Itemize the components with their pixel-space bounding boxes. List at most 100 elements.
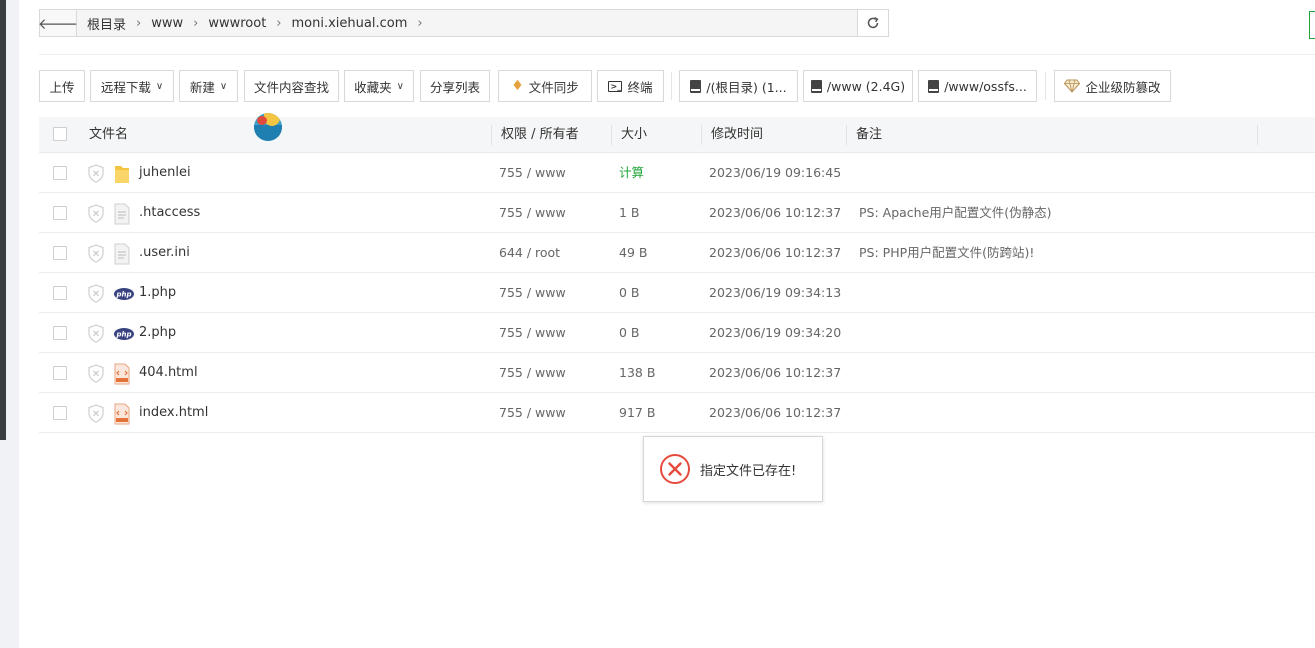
file-size: 1 B [619,205,640,220]
file-size: 0 B [619,285,640,300]
disk-icon [810,79,822,93]
file-name[interactable]: juhenlei [139,153,191,193]
row-checkbox[interactable] [53,246,67,260]
file-permission[interactable]: 755 / www [499,153,566,193]
table-row[interactable]: .user.ini 644 / root 49 B 2023/06/06 10:12:… [39,233,1315,273]
path-bar: 🡐 根目录 › www › wwwroot › moni.xiehual.com… [37,9,889,37]
file-permission[interactable]: 755 / www [499,273,566,313]
table-row[interactable]: 404.html 755 / www 138 B 2023/06/06 10:12:3… [39,353,1315,393]
shield-icon[interactable] [87,284,105,303]
row-checkbox[interactable] [53,326,67,340]
shield-icon[interactable] [87,364,105,383]
chevron-right-icon: › [276,15,282,31]
svg-text:php: php [115,331,131,339]
row-checkbox[interactable] [53,166,67,180]
column-separator [701,125,702,145]
row-checkbox[interactable] [53,406,67,420]
file-size: 49 B [619,245,648,260]
select-all-checkbox[interactable] [53,127,67,141]
toast-message: 指定文件已存在! [700,463,797,479]
row-checkbox[interactable] [53,286,67,300]
breadcrumb: 根目录 › www › wwwroot › moni.xiehual.com › [77,10,857,36]
toolbar-separator [1045,72,1046,100]
header-permission[interactable]: 权限 / 所有者 [501,117,579,152]
column-separator [1257,125,1258,145]
side-tab-edge [1309,11,1315,39]
header-size[interactable]: 大小 [621,117,647,152]
file-modified-time: 2023/06/06 10:12:37 [709,405,842,420]
remote-download-label: 远程下载 [100,79,151,95]
shield-icon[interactable] [87,164,105,183]
file-name[interactable]: .htaccess [139,193,200,233]
file-sync-button[interactable]: ♦ 文件同步 [498,70,592,102]
refresh-button[interactable] [857,10,888,36]
new-button[interactable]: 新建 ∨ [179,70,238,102]
tamper-proof-label: 企业级防篡改 [1085,79,1161,95]
header-note: 备注 [856,127,883,142]
header-name[interactable]: 文件名 [89,117,128,152]
text-file-icon [113,203,131,225]
row-checkbox[interactable] [53,366,67,380]
crumb-wwwroot[interactable]: wwwroot [204,16,270,31]
remote-download-button[interactable]: 远程下载 ∨ [90,70,174,102]
table-row[interactable]: index.html 755 / www 917 B 2023/06/06 10:12… [39,393,1315,433]
shield-icon[interactable] [87,324,105,343]
left-window-edge [0,0,6,440]
file-size: 138 B [619,365,656,380]
tamper-proof-button[interactable]: 企业级防篡改 [1054,70,1171,102]
file-permission[interactable]: 755 / www [499,393,566,433]
back-button[interactable]: 🡐 [37,10,79,36]
content-search-button[interactable]: 文件内容查找 [244,70,339,102]
crumb-root[interactable]: 根目录 [83,14,130,33]
chevron-down-icon: ∨ [155,80,164,92]
terminal-icon: >_ [608,80,623,92]
favorites-button[interactable]: 收藏夹 ∨ [344,70,414,102]
file-name[interactable]: 1.php [139,273,176,313]
row-checkbox[interactable] [53,206,67,220]
file-note[interactable]: PS: Apache用户配置文件(伪静态) [859,193,1052,233]
file-modified-time: 2023/06/06 10:12:37 [709,365,842,380]
table-row[interactable]: juhenlei 755 / www 计算 2023/06/19 09:16:45 [39,153,1315,193]
calculate-size-link[interactable]: 计算 [619,153,644,193]
share-list-button[interactable]: 分享列表 [420,70,490,102]
php-file-icon: php [113,323,134,345]
refresh-icon [867,16,879,29]
table-row[interactable]: php 2.php 755 / www 0 B 2023/06/19 09:34:20 [39,313,1315,353]
crumb-site[interactable]: moni.xiehual.com [288,16,412,31]
php-file-icon: php [113,283,134,305]
file-name[interactable]: index.html [139,393,208,433]
crumb-www[interactable]: www [147,16,187,31]
diamond-icon: ♦ [511,78,524,94]
file-permission[interactable]: 755 / www [499,353,566,393]
file-name[interactable]: 404.html [139,353,198,393]
error-toast: 指定文件已存在! [643,436,823,502]
shield-icon[interactable] [87,244,105,263]
header-modified-time[interactable]: 修改时间 [711,117,763,152]
file-modified-time: 2023/06/19 09:34:13 [709,285,842,300]
toolbar-separator [671,72,672,100]
upload-button[interactable]: 上传 [39,70,85,102]
error-circle-icon [660,454,690,484]
folder-icon [113,163,131,185]
disk-root-button[interactable]: /(根目录) (1... [679,70,798,102]
floating-assistant-icon[interactable] [254,113,282,141]
file-note[interactable]: PS: PHP用户配置文件(防跨站)! [859,233,1034,273]
column-separator [491,125,492,145]
chevron-right-icon: › [136,15,142,31]
table-row[interactable]: php 1.php 755 / www 0 B 2023/06/19 09:34:13 [39,273,1315,313]
file-permission[interactable]: 644 / root [499,233,560,273]
text-file-icon [113,243,131,265]
disk-icon [690,79,702,93]
arrow-left-icon: 🡐 [37,14,79,33]
file-name[interactable]: 2.php [139,313,176,353]
file-modified-time: 2023/06/19 09:34:20 [709,325,842,340]
shield-icon[interactable] [87,404,105,423]
disk-ossfs-button[interactable]: /www/ossfs... [918,70,1037,102]
disk-www-button[interactable]: /www (2.4G) [803,70,913,102]
file-permission[interactable]: 755 / www [499,193,566,233]
terminal-button[interactable]: >_ 终端 [597,70,664,102]
file-permission[interactable]: 755 / www [499,313,566,353]
shield-icon[interactable] [87,204,105,223]
file-name[interactable]: .user.ini [139,233,190,273]
table-row[interactable]: .htaccess 755 / www 1 B 2023/06/06 10:12:37… [39,193,1315,233]
